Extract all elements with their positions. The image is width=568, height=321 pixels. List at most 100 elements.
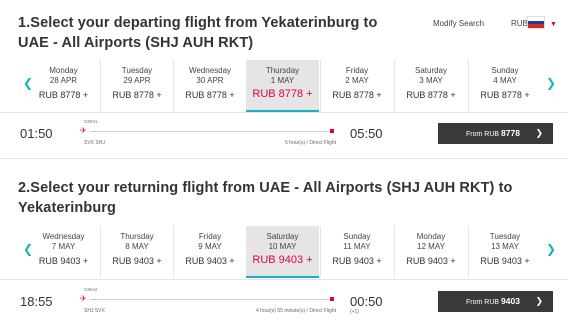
date-price: RUB 8778 +	[480, 90, 530, 100]
outbound-date-cell-selected[interactable]: Thursday 1 MAY RUB 8778 +	[246, 60, 319, 112]
departure-time: 01:50	[20, 126, 53, 141]
date-price: RUB 9403 +	[38, 256, 89, 266]
divider	[0, 158, 568, 159]
route-codes: SVX SHJ	[84, 140, 105, 146]
chevron-down-icon[interactable]: ▼	[550, 21, 557, 28]
return-date-cell[interactable]: Monday 12 MAY RUB 9403 +	[394, 226, 467, 278]
russia-flag-icon[interactable]	[527, 16, 545, 29]
next-day-indicator: (+1)	[350, 309, 360, 315]
outbound-date-cell[interactable]: Monday 28 APR RUB 8778 +	[27, 60, 100, 112]
return-date-bar: ❮ Wednesday 7 MAY RUB 9403 + Thursday 8 …	[0, 226, 568, 278]
date-date: 29 APR	[123, 76, 151, 85]
select-outbound-fare-button[interactable]: From RUB 8778 ❯	[438, 123, 553, 144]
date-day: Tuesday	[489, 232, 521, 241]
date-day: Friday	[198, 232, 222, 241]
date-date: 8 MAY	[125, 242, 149, 251]
date-date: 13 MAY	[491, 242, 519, 251]
selected-underline	[246, 276, 319, 278]
date-day: Monday	[49, 66, 78, 75]
button-prefix: From RUB	[466, 299, 500, 306]
date-price: RUB 9403 +	[112, 256, 162, 266]
route-end-marker	[330, 129, 334, 133]
date-date: 3 MAY	[419, 76, 443, 85]
date-date: 4 MAY	[493, 76, 517, 85]
date-price: RUB 8778 +	[406, 90, 456, 100]
chevron-right-icon: ❯	[535, 128, 543, 138]
route-codes: SHJ SVX	[84, 308, 105, 314]
departure-time: 18:55	[20, 294, 53, 309]
arrival-time: 05:50	[350, 126, 383, 141]
flight-number: G9942	[84, 287, 98, 292]
date-price: RUB 8778 +	[252, 88, 313, 100]
date-price: RUB 8778 +	[332, 90, 382, 100]
currency-selector[interactable]: RUB	[511, 19, 528, 28]
date-day: Wednesday	[42, 232, 85, 241]
plane-icon: ✈	[80, 126, 87, 135]
button-price: 8778	[501, 128, 520, 138]
date-price: RUB 8778 +	[38, 90, 89, 100]
outbound-date-cell[interactable]: Friday 2 MAY RUB 8778 +	[320, 60, 393, 112]
date-day: Friday	[345, 66, 369, 75]
date-price: RUB 9403 +	[406, 256, 456, 266]
plane-icon: ✈	[80, 294, 87, 303]
date-price: RUB 9403 +	[480, 256, 530, 266]
date-date: 1 MAY	[270, 76, 295, 85]
date-date: 11 MAY	[343, 242, 371, 251]
flight-duration: 5 hour(s) / Direct Flight	[285, 140, 336, 146]
date-day: Sunday	[343, 232, 371, 241]
outbound-title: 1.Select your departing flight from Yeka…	[18, 13, 398, 53]
date-day: Tuesday	[121, 66, 153, 75]
date-day: Thursday	[120, 232, 154, 241]
return-title: 2.Select your returning flight from UAE …	[18, 178, 518, 218]
button-prefix: From RUB	[466, 131, 500, 138]
return-date-cell[interactable]: Thursday 8 MAY RUB 9403 +	[100, 226, 173, 278]
return-date-cell[interactable]: Tuesday 13 MAY RUB 9403 +	[468, 226, 541, 278]
date-date: 12 MAY	[417, 242, 445, 251]
outbound-date-cell[interactable]: Wednesday 30 APR RUB 8778 +	[173, 60, 246, 112]
arrival-time: 00:50	[350, 294, 383, 309]
date-price: RUB 8778 +	[185, 90, 235, 100]
date-day: Sunday	[491, 66, 519, 75]
return-title-line1: 2.Select your returning flight from UAE …	[18, 180, 513, 196]
return-date-cell[interactable]: Sunday 11 MAY RUB 9403 +	[320, 226, 393, 278]
outbound-flight-row: 01:50 G9941 ✈ SVX SHJ 5 hour(s) / Direct…	[0, 115, 568, 155]
return-date-cell[interactable]: Friday 9 MAY RUB 9403 +	[173, 226, 246, 278]
modify-search-link[interactable]: Modify Search	[433, 19, 484, 28]
date-price: RUB 8778 +	[112, 90, 162, 100]
outbound-date-cell[interactable]: Saturday 3 MAY RUB 8778 +	[394, 60, 467, 112]
divider	[0, 279, 568, 280]
return-flight-row: 18:55 G9942 ✈ SHJ SVX 4 hour(s) 55 minut…	[0, 283, 568, 321]
date-date: 10 MAY	[268, 242, 297, 251]
date-day: Saturday	[414, 66, 448, 75]
date-price: RUB 9403 +	[332, 256, 382, 266]
flight-number: G9941	[84, 119, 98, 124]
outbound-date-bar: ❮ Monday 28 APR RUB 8778 + Tuesday 29 AP…	[0, 60, 568, 112]
route-line	[90, 131, 330, 132]
date-price: RUB 9403 +	[185, 256, 235, 266]
date-date: 2 MAY	[345, 76, 369, 85]
date-day: Monday	[416, 232, 446, 241]
date-day: Wednesday	[188, 66, 232, 75]
date-price: RUB 9403 +	[252, 254, 313, 266]
next-dates-arrow-icon[interactable]: ❯	[546, 242, 556, 256]
date-day: Saturday	[266, 232, 299, 241]
return-title-line2: Yekaterinburg	[18, 200, 116, 216]
outbound-date-cell[interactable]: Tuesday 29 APR RUB 8778 +	[100, 60, 173, 112]
button-price: 9403	[501, 296, 520, 306]
return-date-cell-selected[interactable]: Saturday 10 MAY RUB 9403 +	[246, 226, 319, 278]
date-date: 9 MAY	[198, 242, 222, 251]
outbound-title-line2: UAE - All Airports (SHJ AUH RKT)	[18, 35, 254, 51]
outbound-date-cell[interactable]: Sunday 4 MAY RUB 8778 +	[468, 60, 541, 112]
flight-duration: 4 hour(s) 55 minute(s) / Direct Flight	[255, 308, 336, 314]
next-dates-arrow-icon[interactable]: ❯	[546, 76, 556, 90]
chevron-right-icon: ❯	[535, 296, 543, 306]
date-date: 28 APR	[49, 76, 78, 85]
date-date: 7 MAY	[51, 242, 76, 251]
divider	[0, 112, 568, 113]
outbound-title-line1: 1.Select your departing flight from Yeka…	[18, 15, 378, 31]
select-return-fare-button[interactable]: From RUB 9403 ❯	[438, 291, 553, 312]
return-date-cell[interactable]: Wednesday 7 MAY RUB 9403 +	[27, 226, 100, 278]
route-line	[90, 299, 330, 300]
route-end-marker	[330, 297, 334, 301]
date-day: Thursday	[265, 66, 300, 75]
